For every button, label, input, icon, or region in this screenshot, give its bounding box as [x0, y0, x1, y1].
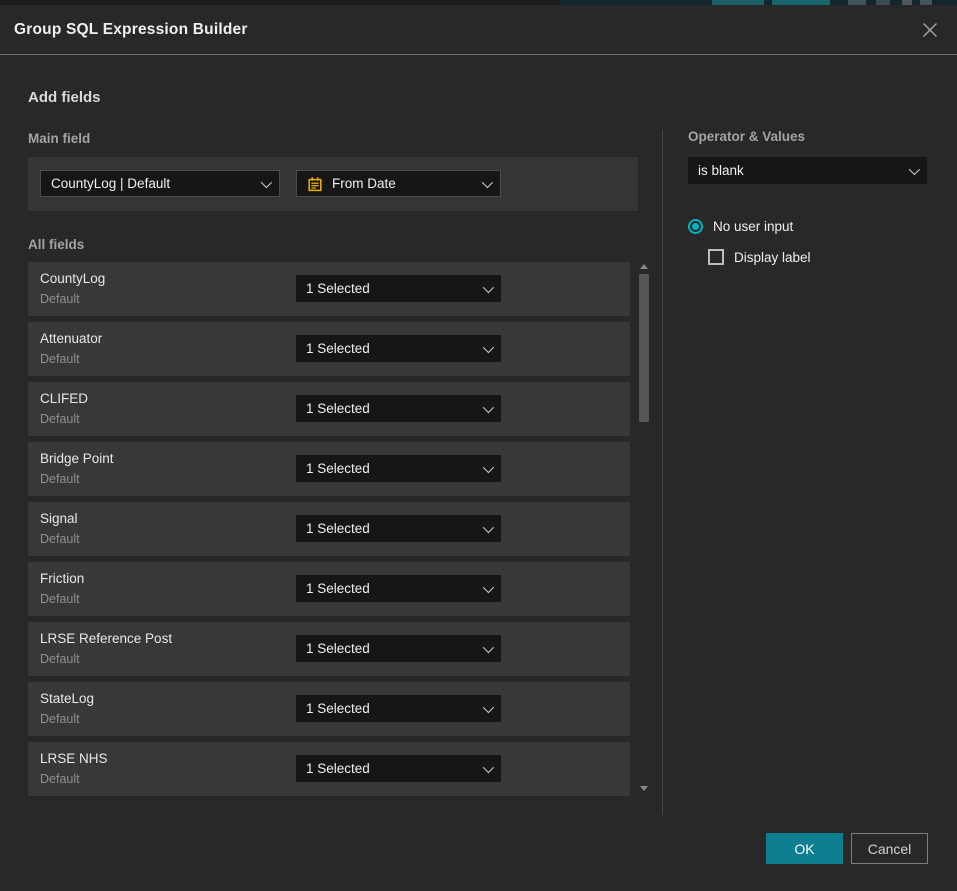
- chevron-down-icon: [483, 701, 494, 712]
- dialog-title: Group SQL Expression Builder: [14, 21, 248, 39]
- chevron-down-icon: [261, 176, 272, 187]
- no-user-input-radio[interactable]: No user input: [688, 219, 793, 234]
- chevron-down-icon: [483, 401, 494, 412]
- field-subtitle: Default: [40, 532, 80, 546]
- field-selection-value: 1 Selected: [306, 641, 475, 656]
- chevron-down-icon: [483, 281, 494, 292]
- field-name: CLIFED: [40, 391, 88, 406]
- field-selection-value: 1 Selected: [306, 581, 475, 596]
- field-selection-dropdown[interactable]: 1 Selected: [296, 695, 501, 722]
- main-layer-dropdown-value: CountyLog | Default: [51, 176, 253, 191]
- field-selection-value: 1 Selected: [306, 281, 475, 296]
- scrollbar-up-button[interactable]: [638, 262, 650, 270]
- no-user-input-label: No user input: [713, 219, 793, 234]
- operator-dropdown[interactable]: is blank: [688, 157, 927, 184]
- chevron-down-icon: [483, 581, 494, 592]
- field-subtitle: Default: [40, 352, 80, 366]
- field-name: LRSE NHS: [40, 751, 108, 766]
- radio-selected-icon: [688, 219, 703, 234]
- field-name: Signal: [40, 511, 78, 526]
- field-name: Attenuator: [40, 331, 102, 346]
- group-sql-expression-builder-dialog: Group SQL Expression Builder Add fields …: [0, 5, 957, 891]
- scrollbar-thumb[interactable]: [639, 274, 649, 422]
- add-fields-heading: Add fields: [28, 89, 101, 106]
- field-selection-dropdown[interactable]: 1 Selected: [296, 275, 501, 302]
- field-selection-value: 1 Selected: [306, 341, 475, 356]
- main-date-field-dropdown[interactable]: From Date: [296, 170, 501, 197]
- all-fields-list: CountyLog Default 1 Selected Attenuator …: [28, 262, 630, 802]
- field-selection-dropdown[interactable]: 1 Selected: [296, 515, 501, 542]
- chevron-down-icon: [483, 521, 494, 532]
- arrow-up-icon: [640, 264, 648, 269]
- field-row: CLIFED Default 1 Selected: [28, 382, 630, 436]
- field-subtitle: Default: [40, 292, 80, 306]
- checkbox-unchecked-icon: [708, 249, 724, 265]
- field-selection-value: 1 Selected: [306, 701, 475, 716]
- display-label-text: Display label: [734, 250, 811, 265]
- chevron-down-icon: [483, 461, 494, 472]
- field-row: CountyLog Default 1 Selected: [28, 262, 630, 316]
- field-selection-value: 1 Selected: [306, 401, 475, 416]
- field-row: LRSE Reference Post Default 1 Selected: [28, 622, 630, 676]
- field-selection-value: 1 Selected: [306, 521, 475, 536]
- field-selection-dropdown[interactable]: 1 Selected: [296, 455, 501, 482]
- field-row: Bridge Point Default 1 Selected: [28, 442, 630, 496]
- chevron-down-icon: [482, 176, 493, 187]
- chevron-down-icon: [483, 641, 494, 652]
- display-label-checkbox[interactable]: Display label: [708, 249, 811, 265]
- field-selection-value: 1 Selected: [306, 461, 475, 476]
- field-subtitle: Default: [40, 592, 80, 606]
- field-selection-dropdown[interactable]: 1 Selected: [296, 395, 501, 422]
- field-row: Attenuator Default 1 Selected: [28, 322, 630, 376]
- field-name: Bridge Point: [40, 451, 114, 466]
- field-subtitle: Default: [40, 652, 80, 666]
- field-subtitle: Default: [40, 412, 80, 426]
- chevron-down-icon: [909, 163, 920, 174]
- field-name: Friction: [40, 571, 84, 586]
- field-selection-dropdown[interactable]: 1 Selected: [296, 635, 501, 662]
- field-row: Signal Default 1 Selected: [28, 502, 630, 556]
- field-selection-dropdown[interactable]: 1 Selected: [296, 335, 501, 362]
- dialog-header: Group SQL Expression Builder: [0, 5, 957, 55]
- field-name: LRSE Reference Post: [40, 631, 172, 646]
- operator-values-label: Operator & Values: [688, 129, 805, 144]
- field-row: LRSE NHS Default 1 Selected: [28, 742, 630, 796]
- main-layer-dropdown[interactable]: CountyLog | Default: [40, 170, 280, 197]
- cancel-button[interactable]: Cancel: [851, 833, 928, 864]
- chevron-down-icon: [483, 761, 494, 772]
- calendar-icon: [307, 176, 323, 192]
- ok-button[interactable]: OK: [766, 833, 843, 864]
- main-date-field-dropdown-value: From Date: [332, 176, 474, 191]
- field-subtitle: Default: [40, 712, 80, 726]
- field-name: StateLog: [40, 691, 94, 706]
- all-fields-label: All fields: [28, 237, 84, 252]
- chevron-down-icon: [483, 341, 494, 352]
- main-field-panel: CountyLog | Default From Date: [28, 157, 638, 211]
- close-button[interactable]: [919, 19, 941, 41]
- field-selection-dropdown[interactable]: 1 Selected: [296, 755, 501, 782]
- field-row: StateLog Default 1 Selected: [28, 682, 630, 736]
- column-divider: [662, 130, 663, 815]
- field-selection-dropdown[interactable]: 1 Selected: [296, 575, 501, 602]
- field-subtitle: Default: [40, 472, 80, 486]
- field-subtitle: Default: [40, 772, 80, 786]
- field-row: Friction Default 1 Selected: [28, 562, 630, 616]
- scrollbar-down-button[interactable]: [638, 784, 650, 792]
- main-field-label: Main field: [28, 131, 90, 146]
- field-selection-value: 1 Selected: [306, 761, 475, 776]
- field-name: CountyLog: [40, 271, 105, 286]
- close-icon: [921, 21, 939, 39]
- operator-dropdown-value: is blank: [698, 163, 901, 178]
- arrow-down-icon: [640, 786, 648, 791]
